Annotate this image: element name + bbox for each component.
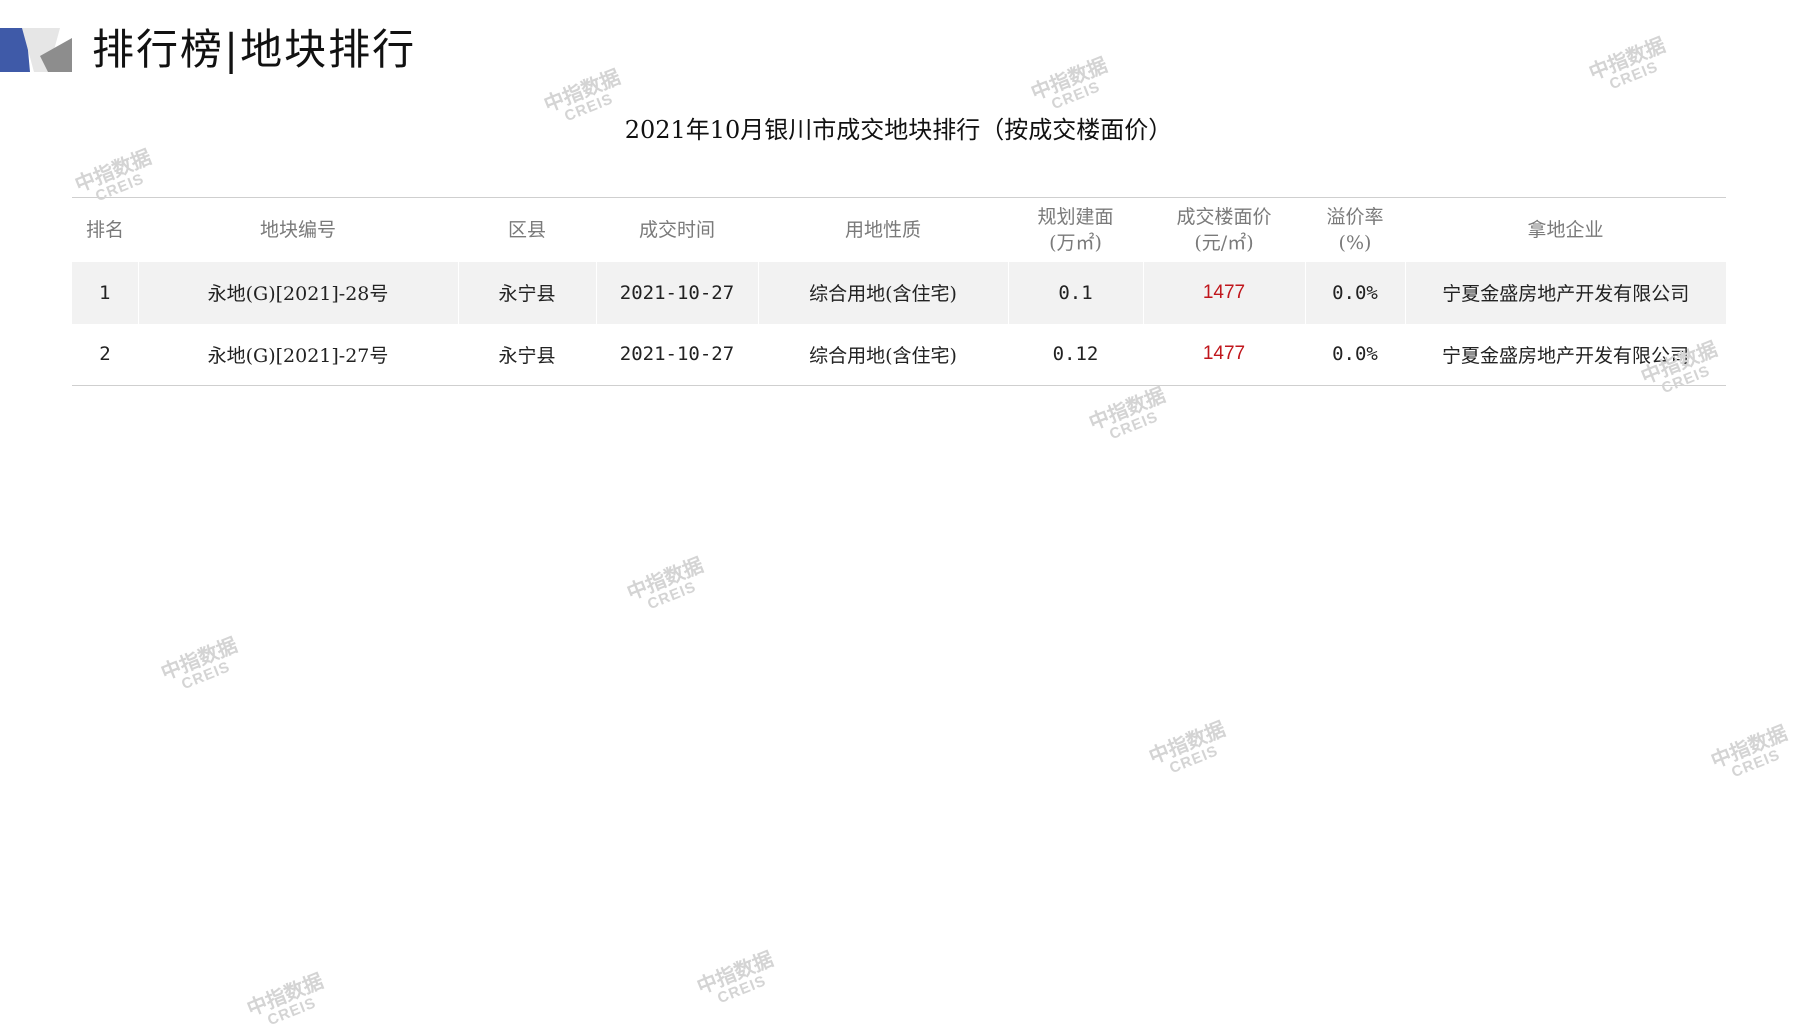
cell-company: 宁夏金盛房地产开发有限公司 — [1404, 261, 1726, 324]
watermark: 中指数据 CREIS — [243, 968, 327, 1030]
table-header-row: 排名 地块编号 区县 成交时间 用地性质 规划建面 (万㎡) 成交楼面价 (元/… — [72, 197, 1726, 262]
column-header-company: 拿地企业 — [1527, 218, 1604, 241]
column-header-rank: 排名 — [85, 218, 124, 241]
cell-planned-area: 0.12 — [1052, 343, 1099, 366]
watermark: 中指数据 CREIS — [1145, 716, 1229, 778]
table-row: 1 永地(G)[2021]-28号 永宁县 2021-10-27 综合用地(含住… — [72, 261, 1726, 324]
cell-premium-rate: 0.0% — [1332, 343, 1378, 366]
cell-parcel-id: 永地(G)[2021]-28号 — [137, 261, 458, 324]
watermark: 中指数据 CREIS — [1585, 32, 1669, 94]
cell-premium-rate: 0.0% — [1304, 261, 1405, 324]
cell-rank: 1 — [99, 281, 111, 304]
cell-company: 宁夏金盛房地产开发有限公司 — [1441, 344, 1689, 367]
table-title: 2021年10月银川市成交地块排行（按成交楼面价） — [624, 116, 1173, 144]
watermark: 中指数据 CREIS — [1707, 720, 1791, 782]
cell-floor-price: 1477 — [1202, 343, 1246, 365]
column-header-floor-price: 成交楼面价 (元/㎡) — [1176, 205, 1272, 254]
watermark: 中指数据 CREIS — [623, 552, 707, 614]
table-row: 2 永地(G)[2021]-27号 永宁县 2021-10-27 综合用地(含住… — [72, 324, 1726, 386]
header-decoration-icon — [0, 28, 72, 72]
column-header-premium-rate: 溢价率 (%) — [1326, 205, 1384, 254]
column-header-parcel-id: 地块编号 — [259, 218, 336, 241]
column-header-land-use: 用地性质 — [844, 218, 921, 241]
watermark: 中指数据 CREIS — [157, 632, 241, 694]
column-header-planned-area: 规划建面 (万㎡) — [1037, 205, 1114, 254]
column-header-date: 成交时间 — [638, 218, 715, 241]
ranking-table: 排名 地块编号 区县 成交时间 用地性质 规划建面 (万㎡) 成交楼面价 (元/… — [72, 197, 1726, 386]
column-header-district: 区县 — [507, 218, 546, 241]
cell-date: 2021-10-27 — [619, 343, 735, 366]
watermark: 中指数据 CREIS — [1027, 52, 1111, 114]
cell-parcel-id: 永地(G)[2021]-27号 — [207, 344, 389, 367]
cell-rank: 2 — [99, 343, 111, 366]
watermark: 中指数据 CREIS — [1085, 382, 1169, 444]
cell-date: 2021-10-27 — [595, 261, 758, 324]
cell-district: 永宁县 — [498, 344, 556, 367]
page-title: 排行榜|地块排行 — [92, 25, 417, 74]
cell-district: 永宁县 — [457, 261, 596, 324]
cell-land-use: 综合用地(含住宅) — [809, 344, 957, 367]
cell-planned-area: 0.1 — [1007, 261, 1143, 324]
cell-floor-price: 1477 — [1142, 261, 1305, 324]
cell-land-use: 综合用地(含住宅) — [757, 261, 1008, 324]
watermark: 中指数据 CREIS — [693, 946, 777, 1008]
